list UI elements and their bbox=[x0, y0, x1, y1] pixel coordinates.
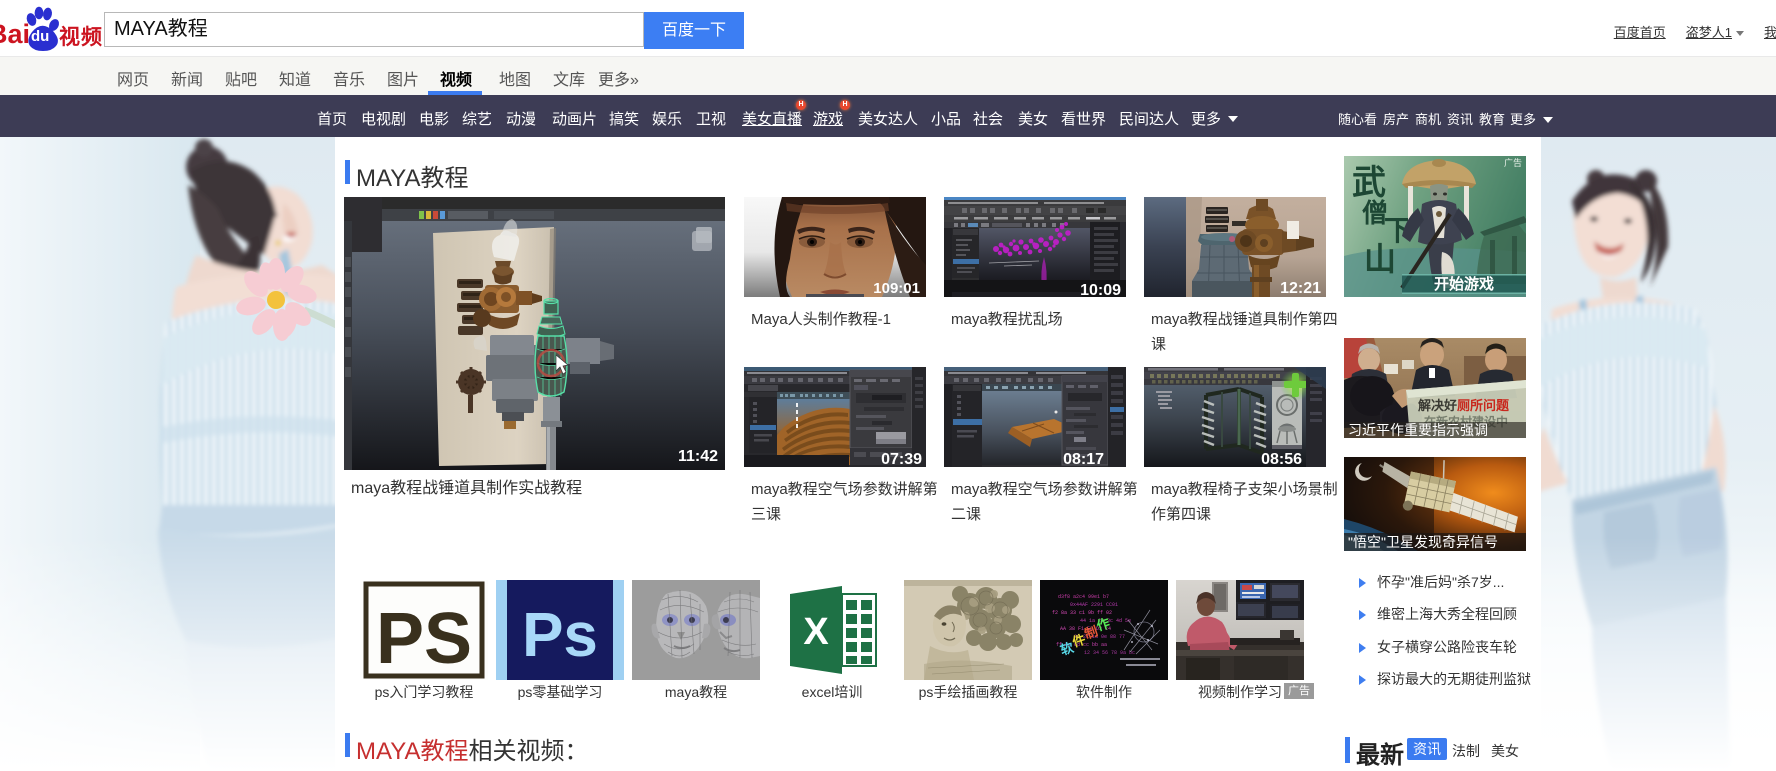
svg-text:08:17: 08:17 bbox=[1063, 451, 1104, 467]
svg-text:武: 武 bbox=[1352, 164, 1386, 202]
svg-text:解决好厕所问题: 解决好厕所问题 bbox=[1417, 398, 1510, 413]
svg-text:0x44AF 2291 CC01: 0x44AF 2291 CC01 bbox=[1070, 602, 1118, 608]
svg-text:X: X bbox=[803, 611, 829, 653]
svg-text:PS: PS bbox=[376, 599, 472, 679]
svg-text:开始游戏: 开始游戏 bbox=[1434, 275, 1494, 293]
svg-text:Bai: Bai bbox=[0, 19, 30, 49]
svg-text:109:01: 109:01 bbox=[873, 280, 920, 297]
svg-text:山: 山 bbox=[1364, 241, 1396, 277]
svg-text:12 34 56 78 9a bc: 12 34 56 78 9a bc bbox=[1084, 650, 1135, 656]
svg-text:习近平作重要指示强调: 习近平作重要指示强调 bbox=[1348, 422, 1488, 438]
svg-text:f2 8a 33 c1 9b ff 02: f2 8a 33 c1 9b ff 02 bbox=[1052, 610, 1112, 616]
svg-text:d3f8 a2c4 99e1 b7: d3f8 a2c4 99e1 b7 bbox=[1058, 594, 1109, 600]
svg-text:12:21: 12:21 bbox=[1280, 280, 1321, 297]
svg-text:07:39: 07:39 bbox=[881, 451, 922, 467]
svg-text:08:56: 08:56 bbox=[1261, 451, 1302, 467]
svg-text:广告: 广告 bbox=[1504, 157, 1522, 168]
svg-text:du: du bbox=[31, 28, 49, 45]
svg-text:视频: 视频 bbox=[59, 25, 103, 49]
svg-text:"悟空"卫星发现奇异信号: "悟空"卫星发现奇异信号 bbox=[1348, 534, 1498, 550]
svg-text:10:09: 10:09 bbox=[1080, 282, 1121, 297]
svg-text:11:42: 11:42 bbox=[678, 448, 718, 465]
svg-text:Ps: Ps bbox=[522, 601, 598, 670]
